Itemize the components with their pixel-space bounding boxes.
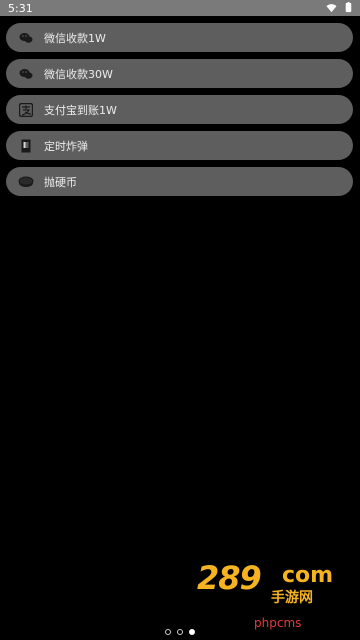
status-bar: 5:31: [0, 0, 360, 16]
list-item-wechat-30w[interactable]: 微信收款30W: [6, 59, 353, 88]
watermark-subtitle: 手游网: [271, 590, 313, 606]
alipay-icon: [18, 102, 34, 118]
wechat-icon: [18, 66, 34, 82]
status-time: 5:31: [8, 2, 33, 15]
timer-icon: [18, 138, 34, 154]
watermark-brand: 289: [197, 559, 262, 597]
item-label: 支付宝到账1W: [44, 103, 117, 117]
coin-icon: [18, 174, 34, 190]
watermark-cms: phpcms: [254, 616, 302, 630]
page-dot[interactable]: [165, 629, 171, 635]
item-label: 微信收款30W: [44, 67, 113, 81]
wifi-icon: [326, 4, 337, 13]
list-item-timer-bomb[interactable]: 定时炸弹: [6, 131, 353, 160]
item-label: 定时炸弹: [44, 139, 88, 153]
list-item-coin-flip[interactable]: 抛硬币: [6, 167, 353, 196]
list-item-wechat-1w[interactable]: 微信收款1W: [6, 23, 353, 52]
battery-icon: [345, 2, 352, 13]
watermark-domain: com: [282, 563, 334, 588]
page-dot[interactable]: [177, 629, 183, 635]
list-item-alipay-1w[interactable]: 支付宝到账1W: [6, 95, 353, 124]
watermark-logo: 289 com 手游网: [197, 559, 337, 609]
page-indicator: [165, 629, 195, 635]
item-label: 微信收款1W: [44, 31, 106, 45]
page-dot-active[interactable]: [189, 629, 195, 635]
wechat-icon: [18, 30, 34, 46]
shortcut-list: 微信收款1W 微信收款30W 支付宝到账1W 定时炸弹 抛硬币: [6, 23, 353, 203]
status-icons: [326, 2, 354, 13]
item-label: 抛硬币: [44, 175, 77, 189]
